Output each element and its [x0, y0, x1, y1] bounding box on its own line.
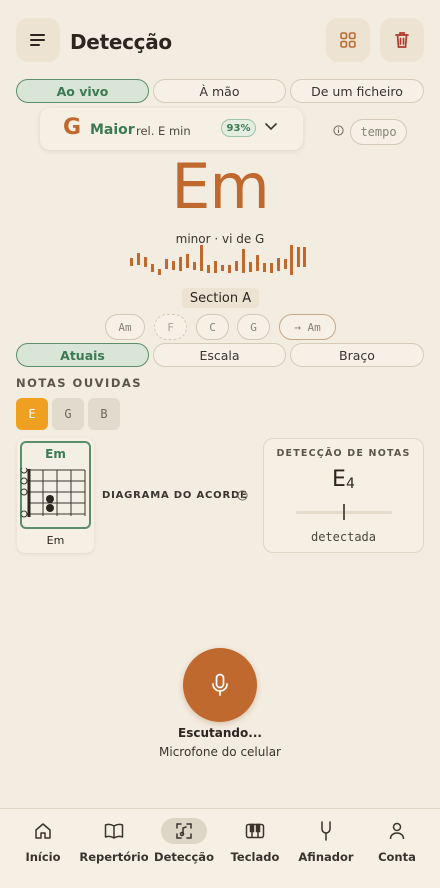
- page-title: Detecção: [70, 30, 172, 54]
- nav-label: Conta: [378, 850, 416, 864]
- progression-next-chord[interactable]: → Am: [279, 314, 336, 340]
- key-mode: Maior: [90, 122, 135, 138]
- progression-chord[interactable]: C: [196, 314, 229, 340]
- home-icon: [35, 823, 51, 839]
- user-icon: [389, 822, 405, 840]
- chord-diagram-caption: Em: [46, 534, 65, 547]
- nav-tuner[interactable]: Afinador: [290, 818, 362, 868]
- detected-octave: 4: [346, 476, 355, 492]
- chord-fretboard: [20, 468, 86, 518]
- section-label: Section A: [182, 288, 259, 308]
- nav-detection[interactable]: Detecção: [148, 818, 220, 868]
- current-chord: Em: [171, 150, 270, 223]
- notes-heard-title: NOTAS OUVIDAS: [16, 376, 143, 390]
- audio-waveform: [130, 245, 306, 275]
- tempo-button[interactable]: tempo: [350, 119, 407, 145]
- note-heard: E: [16, 398, 48, 430]
- microphone-icon: [212, 673, 228, 696]
- tab-current[interactable]: Atuais: [16, 343, 149, 367]
- key-note: G: [63, 115, 82, 140]
- chevron-down-icon: [265, 123, 277, 131]
- chord-diagram-name: Em: [45, 447, 66, 461]
- microphone-button[interactable]: [183, 648, 257, 722]
- menu-icon: [30, 34, 45, 46]
- progression-chord[interactable]: Am: [105, 314, 145, 340]
- note-heard: G: [52, 398, 84, 430]
- nav-label: Início: [25, 850, 61, 864]
- key-relative: rel. E min: [136, 124, 191, 138]
- nav-label: Detecção: [154, 850, 214, 864]
- info-icon[interactable]: [237, 490, 248, 501]
- nav-keyboard[interactable]: Teclado: [219, 818, 291, 868]
- tab-scale[interactable]: Escala: [153, 343, 286, 367]
- info-icon[interactable]: [333, 125, 344, 136]
- nav-label: Repertório: [79, 850, 149, 864]
- tab-from-file[interactable]: De um ficheiro: [290, 79, 424, 103]
- nav-label: Teclado: [230, 850, 280, 864]
- trash-icon: [395, 32, 409, 48]
- confidence-badge: 93%: [221, 119, 256, 137]
- tab-neck[interactable]: Braço: [290, 343, 424, 367]
- book-icon: [104, 823, 124, 839]
- pitch-needle: [343, 504, 345, 520]
- tab-live[interactable]: Ao vivo: [16, 79, 149, 103]
- menu-button[interactable]: [16, 18, 60, 62]
- piano-icon: [245, 823, 265, 839]
- detected-note: E: [332, 467, 346, 492]
- tuning-fork-icon: [321, 821, 331, 841]
- tab-manual[interactable]: À mão: [153, 79, 286, 103]
- nav-repertoire[interactable]: Repertório: [78, 818, 150, 868]
- nav-label: Afinador: [298, 850, 354, 864]
- grid-icon: [340, 32, 356, 48]
- listening-status: Escutando...: [178, 726, 262, 740]
- chord-diagram-label: DIAGRAMA DO ACORDE: [102, 490, 248, 501]
- listening-source: Microfone do celular: [159, 745, 281, 759]
- detect-icon: [176, 823, 192, 839]
- progression-chord[interactable]: G: [237, 314, 270, 340]
- grid-view-button[interactable]: [326, 18, 370, 62]
- delete-button[interactable]: [380, 18, 424, 62]
- detection-status: detectada: [310, 530, 377, 544]
- nav-home[interactable]: Início: [7, 818, 79, 868]
- note-heard: B: [88, 398, 120, 430]
- nav-account[interactable]: Conta: [361, 818, 433, 868]
- progression-chord[interactable]: F: [154, 314, 187, 340]
- note-detection-title: DETECÇÃO DE NOTAS: [276, 448, 411, 459]
